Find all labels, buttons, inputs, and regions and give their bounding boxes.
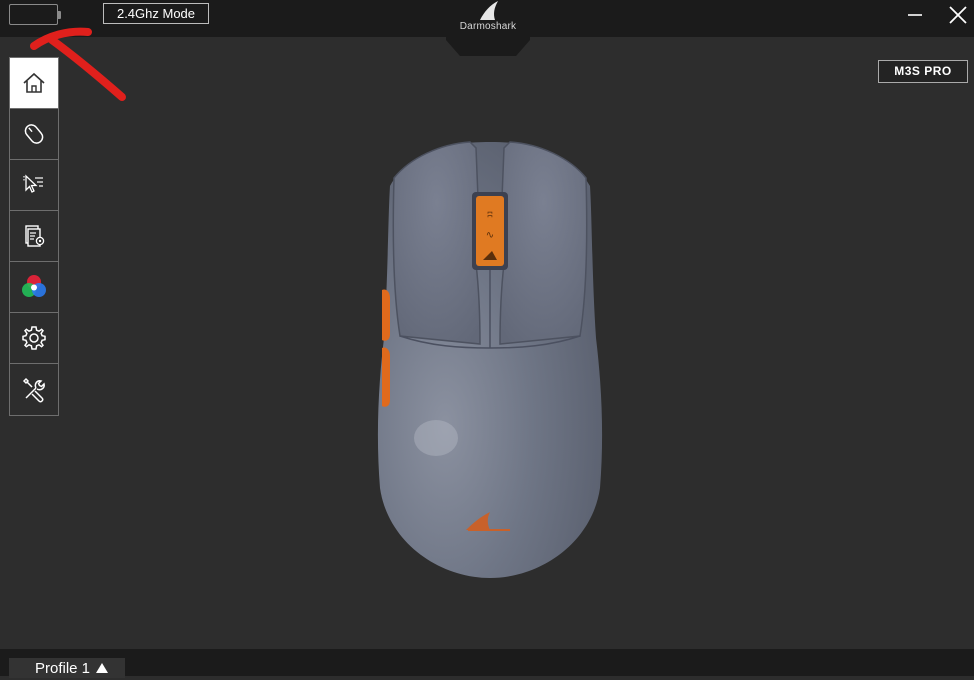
sidebar-item-lighting[interactable]: [10, 262, 58, 313]
gear-icon: [22, 326, 46, 350]
sidebar-item-settings[interactable]: [10, 313, 58, 364]
svg-text:∿: ∿: [486, 230, 494, 241]
macro-settings-icon: [25, 225, 45, 247]
minimize-button[interactable]: [902, 2, 930, 30]
footer-bar: [0, 649, 974, 676]
sidebar-item-tools[interactable]: [10, 364, 58, 415]
connection-mode-label: 2.4Ghz Mode: [103, 3, 209, 24]
chevron-up-icon: [96, 663, 109, 673]
profile-selector[interactable]: Profile 1: [9, 658, 125, 678]
close-icon: [949, 6, 967, 24]
tools-icon: [22, 377, 45, 402]
battery-indicator: [9, 4, 61, 25]
device-model-badge: M3S PRO: [878, 60, 968, 83]
mouse-icon: [24, 124, 44, 144]
mouse-image: ʭ ∿: [370, 138, 610, 583]
brand-logo: Darmoshark: [446, 0, 530, 56]
sidebar-item-macro[interactable]: [10, 211, 58, 262]
svg-text:ʭ: ʭ: [487, 210, 492, 221]
rgb-lighting-icon: [22, 275, 46, 297]
minimize-icon: [908, 14, 922, 16]
sidebar-item-home[interactable]: [10, 58, 58, 109]
brand-name: Darmoshark: [459, 21, 517, 32]
sidebar-nav: [9, 57, 59, 416]
sidebar-item-mouse[interactable]: [10, 109, 58, 160]
profile-label: Profile 1: [35, 660, 91, 677]
mouse-illustration: ʭ ∿: [377, 141, 603, 578]
sidebar-item-pointer[interactable]: [10, 160, 58, 211]
home-icon: [23, 72, 45, 93]
pointer-settings-icon: [23, 174, 43, 193]
close-button[interactable]: [944, 2, 972, 30]
